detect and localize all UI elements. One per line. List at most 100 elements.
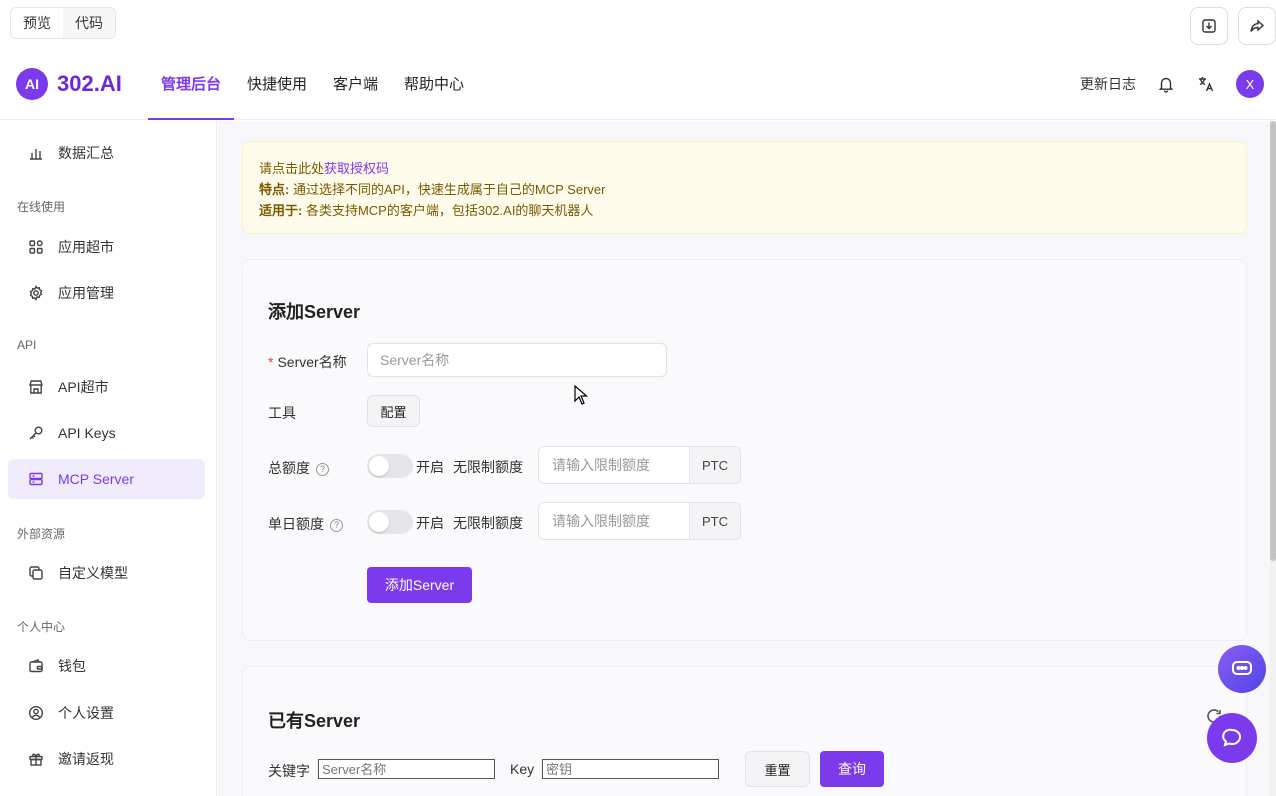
- notice-applies-text: 各类支持MCP的客户端，包括302.AI的聊天机器人: [302, 203, 594, 218]
- server-name-label: * Server名称: [268, 354, 347, 370]
- sidebar-item-referral[interactable]: 邀请返现: [8, 739, 205, 779]
- sidebar-item-api-keys[interactable]: API Keys: [8, 413, 205, 453]
- sidebar-item-label: 邀请返现: [58, 751, 114, 767]
- changelog-link[interactable]: 更新日志: [1080, 74, 1136, 94]
- total-quota-label: 总额度?: [268, 458, 329, 478]
- total-unlimited-text: 无限制额度: [453, 459, 523, 475]
- server-name-input[interactable]: [367, 343, 667, 377]
- store-icon: [29, 380, 43, 394]
- total-quota-unit: PTC: [689, 447, 740, 483]
- add-server-card: 添加Server *Server名称 工具 配置 总额度? 开启 无限制额度 P…: [242, 259, 1247, 641]
- sidebar-item-api-market[interactable]: API超市: [8, 367, 205, 407]
- sidebar-item-app-manage[interactable]: 应用管理: [8, 273, 205, 313]
- user-icon: [28, 705, 44, 721]
- key-label: Key: [510, 761, 535, 777]
- keyword-input[interactable]: [318, 759, 495, 779]
- daily-quota-input[interactable]: [539, 503, 689, 539]
- add-server-title: 添加Server: [268, 302, 361, 322]
- assistant-fab[interactable]: [1218, 645, 1266, 693]
- gear-icon: [29, 285, 43, 301]
- scrollbar[interactable]: [1270, 121, 1276, 796]
- tab-preview[interactable]: 预览: [11, 8, 63, 38]
- sidebar-item-label: 应用管理: [58, 285, 114, 301]
- keyword-label: 关键字: [268, 763, 310, 779]
- sidebar-item-label: API超市: [58, 379, 109, 395]
- sidebar-item-settings[interactable]: 个人设置: [8, 693, 205, 733]
- config-button[interactable]: 配置: [367, 395, 420, 427]
- bar-chart-icon: [30, 149, 42, 160]
- reset-button[interactable]: 重置: [745, 751, 810, 787]
- copy-icon: [29, 566, 43, 580]
- download-button[interactable]: [1190, 7, 1228, 45]
- nav-client[interactable]: 客户端: [320, 52, 391, 120]
- chat-bot-icon: [1232, 661, 1252, 675]
- main-content: 请点击此处获取授权码 特点: 通过选择不同的API，快速生成属于自己的MCP S…: [218, 121, 1276, 796]
- share-button[interactable]: [1238, 7, 1276, 45]
- sidebar-item-custom-model[interactable]: 自定义模型: [8, 553, 205, 593]
- total-quota-toggle[interactable]: [367, 454, 413, 478]
- notice-prefix: 请点击此处: [259, 161, 325, 176]
- notice-line-1: 请点击此处获取授权码: [259, 158, 1230, 179]
- daily-toggle-text: 开启: [416, 515, 444, 531]
- notice-banner: 请点击此处获取授权码 特点: 通过选择不同的API，快速生成属于自己的MCP S…: [242, 141, 1247, 234]
- add-server-button[interactable]: 添加Server: [367, 567, 472, 603]
- sidebar-item-label: 数据汇总: [58, 145, 114, 161]
- sidebar-group-online: 在线使用: [17, 200, 66, 214]
- sidebar-item-label: 钱包: [58, 658, 86, 674]
- notice-feature-label: 特点:: [259, 182, 290, 197]
- daily-quota-label: 单日额度?: [268, 514, 343, 534]
- total-quota-input[interactable]: [539, 447, 689, 483]
- auth-code-link[interactable]: 获取授权码: [324, 161, 389, 176]
- nav-quick-use[interactable]: 快捷使用: [234, 52, 320, 120]
- existing-server-title: 已有Server: [268, 711, 361, 731]
- notice-line-3: 适用于: 各类支持MCP的客户端，包括302.AI的聊天机器人: [259, 200, 1230, 221]
- sidebar-item-label: MCP Server: [58, 471, 134, 487]
- sidebar-item-mcp-server[interactable]: MCP Server: [8, 459, 205, 499]
- help-icon[interactable]: ?: [316, 462, 329, 476]
- avatar[interactable]: X: [1236, 70, 1264, 98]
- sidebar-item-dashboard[interactable]: 数据汇总: [8, 133, 205, 173]
- share-icon: [1250, 19, 1265, 32]
- sidebar-item-app-market[interactable]: 应用超市: [8, 227, 205, 267]
- key-input[interactable]: [542, 759, 719, 779]
- help-icon[interactable]: ?: [330, 518, 343, 532]
- translate-button[interactable]: [1196, 74, 1216, 94]
- apps-icon: [29, 240, 43, 254]
- gift-icon: [29, 753, 43, 766]
- wallet-icon: [29, 659, 43, 673]
- sidebar-item-label: 应用超市: [58, 239, 114, 255]
- tool-label: 工具: [268, 405, 296, 421]
- scroll-thumb[interactable]: [1270, 121, 1276, 561]
- support-chat-fab[interactable]: [1207, 713, 1257, 763]
- notice-feature-text: 通过选择不同的API，快速生成属于自己的MCP Server: [289, 182, 606, 197]
- sidebar-item-label: API Keys: [58, 425, 116, 441]
- mouse-cursor-icon: [574, 385, 588, 405]
- daily-quota-toggle[interactable]: [367, 510, 413, 534]
- notice-applies-label: 适用于:: [259, 203, 303, 218]
- key-icon: [29, 426, 43, 440]
- bell-button[interactable]: [1156, 74, 1176, 94]
- sidebar-group-personal: 个人中心: [17, 620, 66, 634]
- logo[interactable]: AI 302.AI: [16, 68, 122, 100]
- header-actions: 更新日志 X: [1080, 70, 1264, 98]
- query-button[interactable]: 查询: [820, 751, 884, 787]
- app-header: AI 302.AI 管理后台 快捷使用 客户端 帮助中心 更新日志 X: [0, 52, 1276, 120]
- total-toggle-text: 开启: [416, 459, 444, 475]
- logo-mark: AI: [16, 68, 48, 100]
- nav-help[interactable]: 帮助中心: [391, 52, 477, 120]
- translate-icon: [1199, 77, 1214, 92]
- bell-icon: [1158, 77, 1174, 93]
- sidebar-group-api: API: [17, 338, 37, 352]
- sidebar-item-label: 自定义模型: [58, 565, 128, 581]
- sidebar-group-external: 外部资源: [17, 527, 66, 541]
- download-icon: [1202, 19, 1216, 33]
- daily-unlimited-text: 无限制额度: [453, 515, 523, 531]
- sidebar-item-wallet[interactable]: 钱包: [8, 646, 205, 686]
- view-switch: 预览 代码: [10, 7, 116, 39]
- sidebar: 数据汇总 在线使用 应用超市 应用管理 API API超市 API Keys M…: [0, 121, 217, 796]
- nav-admin[interactable]: 管理后台: [148, 52, 235, 120]
- preview-toolbar: 预览 代码: [0, 0, 1276, 52]
- chat-bubble-icon: [1222, 728, 1241, 747]
- tab-code[interactable]: 代码: [63, 8, 115, 38]
- sidebar-item-label: 个人设置: [58, 705, 114, 721]
